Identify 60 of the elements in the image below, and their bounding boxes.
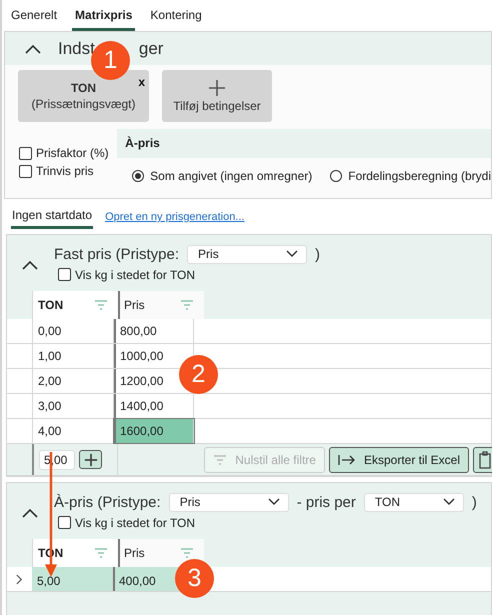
radio-label: Som angivet (ingen omregner) bbox=[150, 169, 312, 183]
column-header[interactable]: Pris bbox=[118, 291, 204, 319]
add-row-button[interactable] bbox=[79, 450, 102, 469]
clipboard-icon bbox=[478, 450, 492, 468]
table-cell: 3,00 bbox=[33, 394, 114, 418]
table-cell: 800,00 bbox=[114, 319, 194, 343]
unit-dropdown[interactable]: TON bbox=[364, 492, 464, 512]
closing-parenthesis: ) bbox=[472, 494, 477, 510]
collapse-icon[interactable] bbox=[22, 508, 38, 518]
radio-button[interactable] bbox=[132, 170, 144, 182]
checkbox[interactable] bbox=[58, 516, 71, 529]
table-cell: 0,00 bbox=[33, 319, 114, 343]
condition-title: TON bbox=[70, 81, 96, 95]
chevron-down-icon bbox=[286, 250, 298, 258]
filter-icon bbox=[213, 454, 228, 464]
radio-button[interactable] bbox=[330, 170, 342, 182]
table-cell: 1600,00 bbox=[114, 419, 194, 443]
table-cell: 5,00 bbox=[32, 567, 113, 591]
section-title: À-pris (Pristype: bbox=[54, 494, 161, 510]
column-header[interactable]: TON bbox=[33, 291, 118, 319]
checkbox[interactable] bbox=[19, 164, 32, 178]
per-label: - pris per bbox=[296, 494, 356, 510]
section-title: Fast pris (Pristype: bbox=[54, 246, 180, 262]
generation-tab[interactable]: Ingen startdato bbox=[11, 208, 94, 229]
chevron-down-icon bbox=[442, 498, 455, 506]
condition-button[interactable]: TON (Prissætningsvægt) x bbox=[18, 70, 149, 122]
price-type-dropdown[interactable]: Pris bbox=[187, 244, 308, 264]
unit-price-header: À-pris bbox=[117, 129, 491, 158]
plus-icon bbox=[84, 452, 98, 466]
column-header[interactable]: Pris bbox=[118, 539, 204, 567]
checkbox-label: Trinvis pris bbox=[36, 164, 94, 178]
collapse-icon[interactable] bbox=[22, 260, 38, 270]
plus-icon bbox=[208, 79, 226, 97]
checkbox[interactable] bbox=[19, 146, 32, 160]
tab[interactable]: Kontering bbox=[147, 6, 205, 28]
clipboard-button[interactable] bbox=[473, 446, 492, 472]
expand-row-icon[interactable] bbox=[16, 574, 23, 584]
export-button[interactable]: Eksporter til Excel bbox=[328, 446, 469, 472]
closing-parenthesis: ) bbox=[315, 246, 320, 262]
add-condition-button[interactable]: Tilføj betingelser bbox=[162, 70, 272, 122]
export-arrow-icon bbox=[338, 454, 356, 464]
condition-subtitle: (Prissætningsvægt) bbox=[31, 97, 136, 111]
column-title: Pris bbox=[124, 298, 145, 312]
checkbox-label: Vis kg i stedet for TON bbox=[75, 268, 196, 282]
checkbox-label: Vis kg i stedet for TON bbox=[75, 516, 196, 530]
price-type-dropdown[interactable]: Pris bbox=[168, 492, 289, 512]
table-cell: 1,00 bbox=[33, 344, 114, 368]
chevron-down-icon bbox=[268, 498, 280, 506]
checkbox-label: Prisfaktor (%) bbox=[36, 146, 109, 160]
column-title: Pris bbox=[124, 546, 145, 560]
tab[interactable]: Generelt bbox=[8, 6, 60, 28]
table-cell: 2,00 bbox=[33, 369, 114, 393]
section-title: ger bbox=[138, 38, 164, 58]
button-label: Tilføj betingelser bbox=[173, 99, 261, 113]
collapse-icon[interactable] bbox=[25, 44, 41, 54]
checkbox[interactable] bbox=[58, 268, 71, 281]
remove-button[interactable]: x bbox=[138, 75, 145, 89]
new-generation-link[interactable]: Opret en ny prisgeneration... bbox=[105, 211, 244, 229]
column-title: TON bbox=[38, 298, 64, 312]
radio-label: Fordelingsberegning (brydi bbox=[348, 169, 491, 183]
